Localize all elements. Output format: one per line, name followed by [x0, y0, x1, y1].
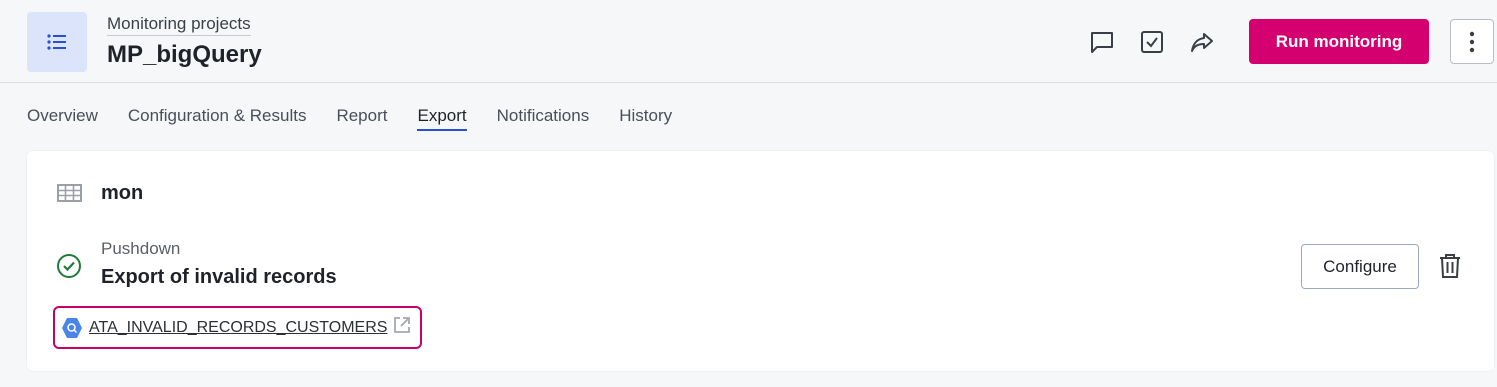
checkbox-icon[interactable] — [1138, 28, 1166, 56]
tab-export[interactable]: Export — [417, 106, 467, 131]
share-icon[interactable] — [1188, 28, 1216, 56]
trash-icon[interactable] — [1438, 252, 1462, 285]
configure-button[interactable]: Configure — [1301, 244, 1419, 289]
more-vertical-icon[interactable] — [1450, 19, 1494, 64]
bigquery-icon — [61, 317, 83, 339]
tab-configuration-results[interactable]: Configuration & Results — [128, 106, 307, 131]
tab-history[interactable]: History — [619, 106, 672, 131]
tab-notifications[interactable]: Notifications — [497, 106, 590, 131]
run-monitoring-button[interactable]: Run monitoring — [1249, 19, 1429, 64]
list-icon — [27, 12, 87, 72]
comment-icon[interactable] — [1088, 28, 1116, 56]
page-header: Monitoring projects MP_bigQuery Run moni… — [0, 0, 1497, 83]
export-title: Export of invalid records — [101, 266, 337, 288]
export-subtype: Pushdown — [101, 239, 181, 258]
external-link-icon[interactable] — [393, 316, 411, 339]
breadcrumb[interactable]: Monitoring projects — [107, 14, 251, 36]
tab-overview[interactable]: Overview — [27, 106, 98, 131]
export-target-name[interactable]: ATA_INVALID_RECORDS_CUSTOMERS — [89, 319, 387, 337]
export-target-link[interactable]: ATA_INVALID_RECORDS_CUSTOMERS — [53, 306, 422, 349]
card-title: mon — [101, 182, 144, 204]
page-title: MP_bigQuery — [107, 41, 262, 68]
tab-bar: Overview Configuration & Results Report … — [27, 106, 702, 134]
tab-report[interactable]: Report — [336, 106, 387, 131]
export-card: mon Pushdown Export of invalid records A… — [27, 151, 1494, 371]
check-circle-icon — [56, 253, 82, 284]
table-icon — [57, 184, 82, 207]
